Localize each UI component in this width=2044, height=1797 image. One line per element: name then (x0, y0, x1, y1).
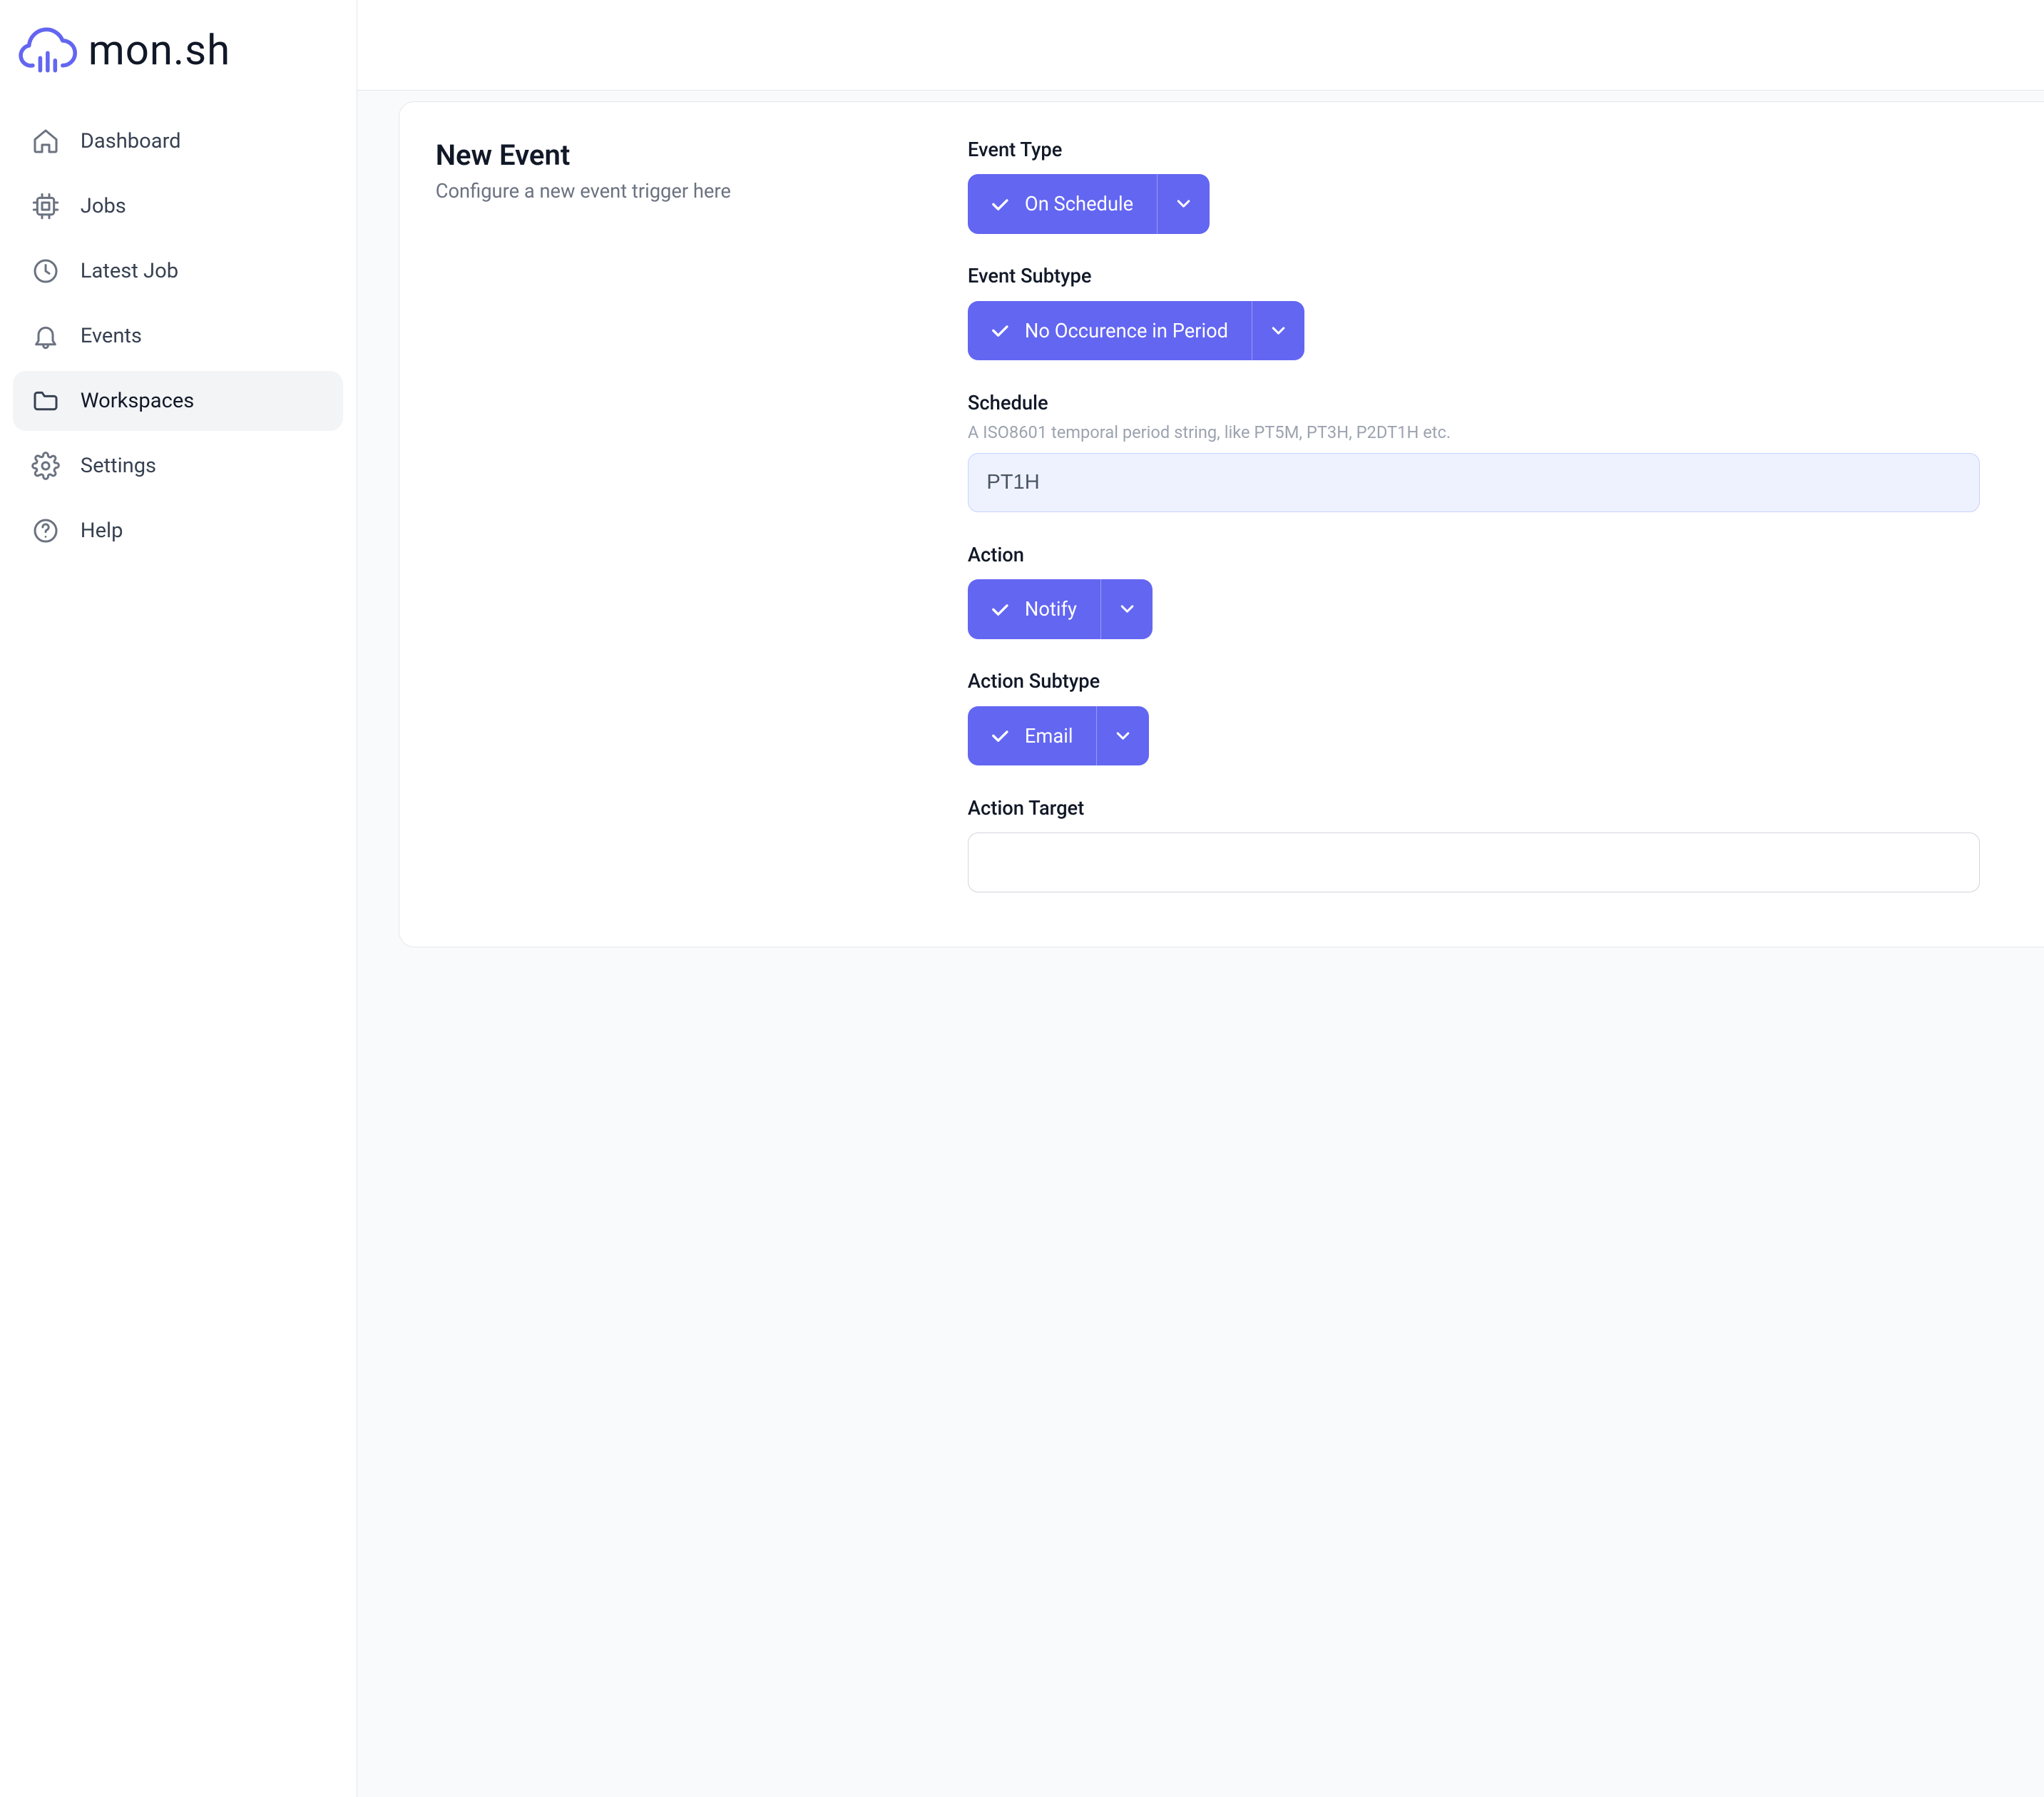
event-subtype-dropdown-toggle[interactable] (1252, 301, 1304, 361)
event-type-select[interactable]: On Schedule (968, 174, 1210, 234)
field-action: Action Notify (968, 544, 1981, 639)
event-subtype-selected-button[interactable]: No Occurence in Period (968, 301, 1252, 361)
sidebar-item-events[interactable]: Events (13, 306, 343, 366)
action-subtype-selected-label: Email (1025, 725, 1073, 748)
cpu-icon (31, 192, 60, 220)
check-icon (988, 724, 1012, 748)
sidebar-item-label: Events (81, 324, 142, 348)
chevron-down-icon (1117, 599, 1138, 619)
sidebar-item-label: Jobs (81, 194, 126, 218)
field-schedule: Schedule A ISO8601 temporal period strin… (968, 392, 1981, 512)
page-title: New Event (436, 138, 916, 172)
check-icon (988, 598, 1012, 621)
schedule-label: Schedule (968, 392, 1981, 414)
chevron-down-icon (1268, 320, 1289, 341)
field-event-subtype: Event Subtype No Occurence in Period (968, 265, 1981, 360)
sidebar-item-label: Workspaces (81, 389, 195, 413)
schedule-input[interactable] (968, 453, 1981, 513)
gear-icon (31, 452, 60, 480)
field-action-target: Action Target (968, 797, 1981, 892)
sidebar-item-workspaces[interactable]: Workspaces (13, 371, 343, 431)
new-event-card: New Event Configure a new event trigger … (399, 101, 2044, 947)
folder-icon (31, 387, 60, 415)
bell-icon (31, 322, 60, 350)
field-action-subtype: Action Subtype Email (968, 670, 1981, 765)
action-selected-button[interactable]: Notify (968, 579, 1101, 639)
schedule-hint: A ISO8601 temporal period string, like P… (968, 422, 1981, 442)
sidebar-item-jobs[interactable]: Jobs (13, 176, 343, 236)
help-circle-icon (31, 516, 60, 545)
event-type-label: Event Type (968, 138, 1981, 161)
event-subtype-selected-label: No Occurence in Period (1025, 320, 1228, 342)
sidebar-item-label: Latest Job (81, 259, 178, 283)
sidebar-nav: Dashboard Jobs Latest Job Events (13, 111, 343, 560)
page-subtitle: Configure a new event trigger here (436, 180, 916, 203)
action-target-input[interactable] (968, 833, 1981, 892)
event-form: Event Type On Schedule (968, 138, 1981, 892)
event-type-selected-button[interactable]: On Schedule (968, 174, 1158, 234)
event-subtype-select[interactable]: No Occurence in Period (968, 301, 1304, 361)
field-event-type: Event Type On Schedule (968, 138, 1981, 234)
sidebar-item-label: Dashboard (81, 129, 181, 153)
chevron-down-icon (1173, 193, 1194, 214)
sidebar: mon.sh Dashboard Jobs Latest Job (0, 0, 357, 1797)
chevron-down-icon (1113, 726, 1133, 746)
action-subtype-select[interactable]: Email (968, 706, 1149, 766)
main-content: New Event Configure a new event trigger … (357, 91, 2044, 1796)
check-icon (988, 319, 1012, 342)
action-select[interactable]: Notify (968, 579, 1153, 639)
home-icon (31, 127, 60, 156)
cloud-logo-icon (18, 21, 78, 81)
sidebar-item-help[interactable]: Help (13, 501, 343, 561)
sidebar-item-label: Settings (81, 454, 156, 478)
sidebar-item-label: Help (81, 519, 123, 543)
action-dropdown-toggle[interactable] (1101, 579, 1153, 639)
brand-name: mon.sh (88, 26, 230, 75)
action-target-label: Action Target (968, 797, 1981, 820)
sidebar-item-settings[interactable]: Settings (13, 436, 343, 496)
action-selected-label: Notify (1025, 598, 1077, 621)
brand-logo[interactable]: mon.sh (13, 11, 343, 112)
action-subtype-selected-button[interactable]: Email (968, 706, 1097, 766)
clock-icon (31, 257, 60, 285)
topbar (357, 0, 2044, 91)
sidebar-item-dashboard[interactable]: Dashboard (13, 111, 343, 171)
action-subtype-dropdown-toggle[interactable] (1097, 706, 1149, 766)
event-type-selected-label: On Schedule (1025, 193, 1133, 215)
action-subtype-label: Action Subtype (968, 670, 1981, 693)
action-label: Action (968, 544, 1981, 566)
event-type-dropdown-toggle[interactable] (1158, 174, 1210, 234)
event-subtype-label: Event Subtype (968, 265, 1981, 287)
check-icon (988, 193, 1012, 216)
sidebar-item-latest-job[interactable]: Latest Job (13, 241, 343, 301)
